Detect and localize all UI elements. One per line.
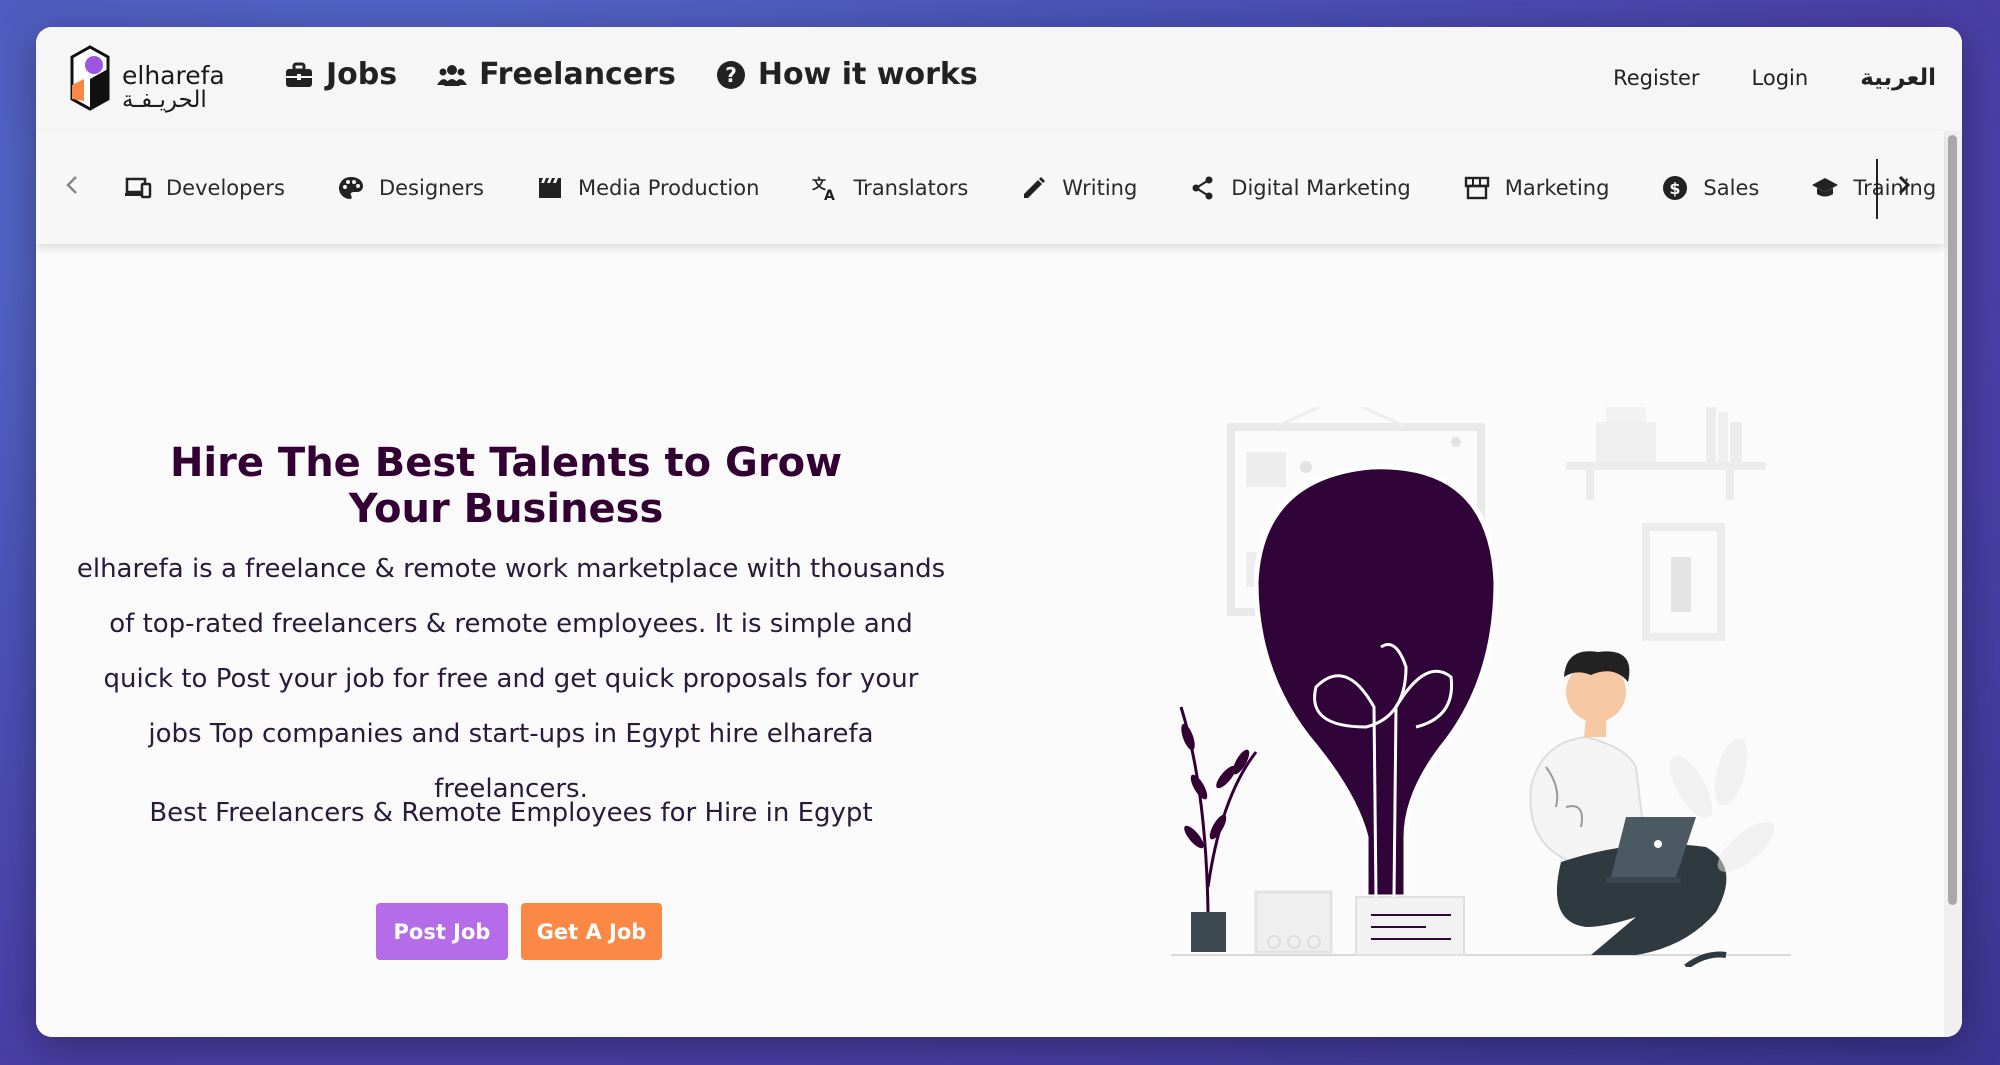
hero-description: elharefa is a freelance & remote work ma…	[76, 554, 946, 804]
svg-text:?: ?	[725, 63, 737, 87]
nav-freelancers[interactable]: Freelancers	[437, 57, 676, 92]
category-marketing[interactable]: Marketing	[1463, 174, 1610, 202]
svg-text:$: $	[1670, 179, 1681, 198]
page-scrollbar[interactable]	[1944, 131, 1962, 1037]
clapperboard-icon	[538, 177, 561, 198]
category-media-production[interactable]: Media Production	[536, 174, 759, 202]
pencil-icon	[1024, 176, 1046, 198]
plant-decor	[1179, 706, 1258, 952]
question-circle-icon: ?	[716, 60, 745, 89]
language-switch-link[interactable]: العربية	[1860, 65, 1936, 91]
category-writing[interactable]: Writing	[1020, 174, 1137, 202]
storefront-icon	[1464, 176, 1489, 199]
category-label: Writing	[1062, 175, 1138, 200]
category-bar: Developers Designers Media Production 文 …	[36, 131, 1944, 244]
shelf-decor	[1566, 407, 1766, 641]
category-developers[interactable]: Developers	[124, 174, 285, 202]
category-label: Sales	[1703, 175, 1760, 200]
category-translators[interactable]: 文 A Translators	[811, 174, 968, 202]
browser-window: elharefa الحريـفـة Jobs Freelancers ? Ho…	[36, 27, 1962, 1037]
hero-section: Hire The Best Talents to Grow Your Busin…	[36, 332, 988, 1037]
graduation-cap-icon	[1812, 177, 1839, 196]
category-label: Developers	[166, 175, 285, 200]
post-job-button[interactable]: Post Job	[376, 903, 508, 960]
devices-icon	[125, 177, 152, 198]
chevron-right-icon[interactable]	[1890, 171, 1918, 199]
share-icon	[1192, 176, 1213, 199]
login-link[interactable]: Login	[1752, 66, 1809, 90]
logo-text-latin: elharefa	[122, 61, 225, 90]
register-link[interactable]: Register	[1613, 66, 1699, 90]
crate-decor	[1254, 890, 1333, 954]
logo-text-arabic: الحريـفـة	[122, 87, 207, 113]
category-list: Developers Designers Media Production 文 …	[124, 131, 1936, 244]
get-a-job-button[interactable]: Get A Job	[521, 903, 662, 960]
translate-icon: 文 A	[812, 176, 835, 202]
category-divider	[1876, 159, 1878, 219]
scrollbar-thumb[interactable]	[1948, 135, 1957, 905]
hero-headline: Hire The Best Talents to Grow Your Busin…	[169, 440, 843, 532]
svg-text:A: A	[824, 188, 835, 202]
auth-nav: Register Login العربية	[1613, 65, 1936, 91]
lightbulb-illustration	[1253, 464, 1499, 956]
category-label: Translators	[853, 175, 969, 200]
palette-icon	[338, 176, 363, 199]
nav-jobs[interactable]: Jobs	[284, 57, 397, 92]
category-designers[interactable]: Designers	[337, 174, 484, 202]
briefcase-icon	[286, 62, 312, 87]
logo-mark-icon	[70, 45, 110, 111]
hero-illustration	[1171, 407, 1791, 967]
top-navbar: elharefa الحريـفـة Jobs Freelancers ? Ho…	[36, 27, 1962, 132]
chevron-left-icon[interactable]	[58, 171, 86, 199]
nav-freelancers-label: Freelancers	[479, 57, 676, 92]
brand-logo[interactable]: elharefa الحريـفـة	[64, 41, 234, 117]
category-label: Media Production	[577, 175, 760, 200]
category-sales[interactable]: $ Sales	[1661, 174, 1759, 202]
nav-how-it-works-label: How it works	[757, 57, 978, 92]
main-nav: Jobs Freelancers ? How it works	[284, 57, 978, 92]
nav-how-it-works[interactable]: ? How it works	[716, 57, 978, 92]
users-icon	[437, 64, 468, 86]
dollar-icon: $	[1663, 175, 1688, 200]
category-digital-marketing[interactable]: Digital Marketing	[1189, 174, 1411, 202]
category-label: Designers	[378, 175, 484, 200]
hero-tagline: Best Freelancers & Remote Employees for …	[149, 798, 873, 828]
category-label: Marketing	[1504, 175, 1610, 200]
category-label: Digital Marketing	[1231, 175, 1411, 200]
nav-jobs-label: Jobs	[326, 57, 398, 92]
